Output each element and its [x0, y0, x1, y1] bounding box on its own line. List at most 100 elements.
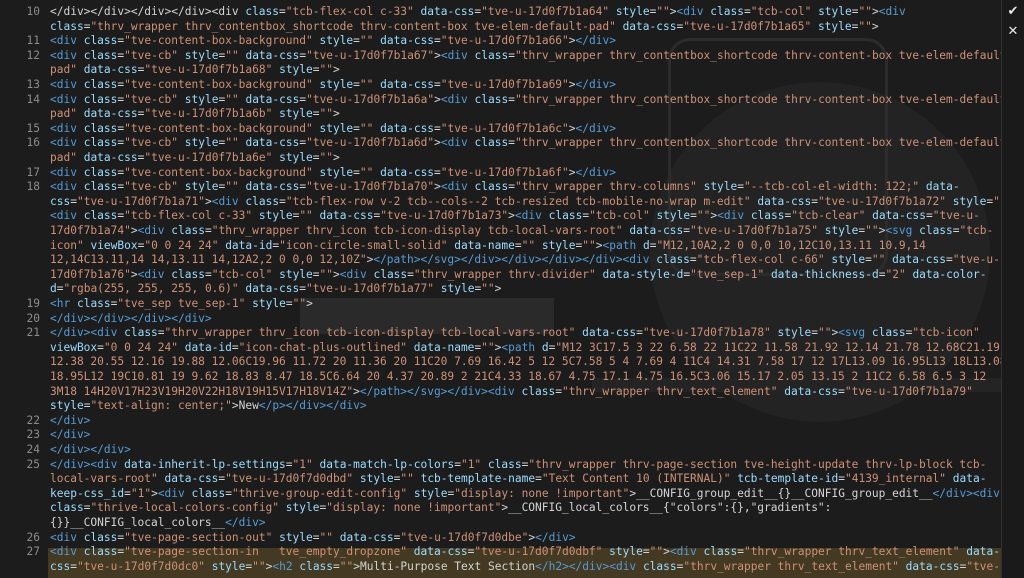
- code-line[interactable]: style="text-align: center;">New</p></div…: [0, 399, 1002, 414]
- line-code: 12,14C13.11,14 14,13.11 14,12A2,2 0 0,0 …: [50, 253, 1000, 267]
- close-button[interactable]: ✕: [1004, 22, 1022, 40]
- line-code: class="thrive-local-colors-config" style…: [50, 501, 832, 515]
- line-code: {}}__CONFIG_local_colors__</div>: [50, 516, 266, 529]
- code-line[interactable]: <div class="tcb-flex-col c-33" style="" …: [0, 209, 1002, 224]
- line-code: css="tve-u-17d0f7d0dc0" style=""><h2 cla…: [50, 559, 1007, 573]
- line-number: 16: [26, 136, 40, 150]
- close-icon: ✕: [1007, 23, 1019, 39]
- line-code: class="thrv_wrapper thrv_contentbox_shor…: [50, 19, 879, 33]
- line-number: 11: [26, 34, 40, 48]
- line-number: 17: [26, 165, 40, 179]
- code-line[interactable]: 10 </div></div></div></div><div class="tc…: [0, 5, 1002, 20]
- code-line[interactable]: 20 </div></div></div></div>: [0, 312, 1002, 327]
- code-line[interactable]: 18.95L12 19C10.81 19 9.62 18.83 8.47 18.…: [0, 370, 1002, 385]
- line-code: </div>: [50, 413, 91, 427]
- code-line[interactable]: css="tve-u-17d0f7d0dc0" style=""><h2 cla…: [0, 560, 1007, 575]
- code-line[interactable]: 17 <div class="tve-content-box-background…: [0, 166, 1002, 181]
- code-line[interactable]: 21 </div><div class="thrv_wrapper thrv_ic…: [0, 326, 1002, 341]
- line-code: 18.95L12 19C10.81 19 9.62 18.83 8.47 18.…: [50, 370, 987, 383]
- line-code: <div class="tve-cb" style="" data-css="t…: [50, 92, 1014, 106]
- code-line[interactable]: pad" data-css="tve-u-17d0f7b1a68" style=…: [0, 63, 1002, 78]
- line-code: <div class="tve-cb" style="" data-css="t…: [50, 180, 960, 194]
- line-code: <div class="tve-content-box-background" …: [50, 121, 616, 135]
- code-line[interactable]: 19 <hr class="tve_sep tve_sep-1" style=""…: [0, 297, 1002, 312]
- code-line[interactable]: 12.38 20.55 12.16 19.88 12.06C19.96 11.7…: [0, 355, 1006, 370]
- line-code: <div class="tcb-flex-col c-33" style="" …: [50, 209, 980, 223]
- code-line[interactable]: pad" data-css="tve-u-17d0f7b1a6e" style=…: [0, 151, 1002, 166]
- code-line[interactable]: 18 <div class="tve-cb" style="" data-css=…: [0, 180, 1002, 195]
- code-line[interactable]: 22 </div>: [0, 414, 1002, 429]
- code-line[interactable]: css="tve-u-17d0f7b1a71"><div class="tcb-…: [0, 195, 1013, 210]
- line-number: 26: [26, 530, 40, 544]
- line-number: 19: [26, 297, 40, 310]
- line-code: pad" data-css="tve-u-17d0f7b1a68" style=…: [50, 63, 340, 77]
- line-number: 12: [26, 48, 40, 62]
- html-code-editor[interactable]: 10 </div></div></div></div><div class="tc…: [0, 0, 1014, 578]
- line-code: 17d0f7b1a76"><div class="tcb-col" style=…: [50, 267, 987, 281]
- line-code: viewBox="0 0 24 24" data-id="icon-chat-p…: [50, 340, 1000, 354]
- line-code: </div></div></div></div>: [50, 311, 212, 325]
- code-line[interactable]: icon" viewBox="0 0 24 24" data-id="icon-…: [0, 239, 1002, 254]
- code-line[interactable]: class="thrv_wrapper thrv_contentbox_shor…: [0, 20, 1002, 35]
- line-code: pad" data-css="tve-u-17d0f7b1a6e" style=…: [50, 151, 340, 164]
- line-code: </div></div></div></div><div class="tcb-…: [50, 5, 906, 18]
- code-line[interactable]: 3M18 14H20V17H23V19H20V22H18V19H15V17H18…: [0, 385, 1002, 400]
- line-code: keep-css_id="1"><div class="thrive-group…: [50, 486, 1000, 500]
- code-line[interactable]: 24 </div></div>: [0, 443, 1002, 458]
- line-number: 24: [26, 443, 40, 456]
- line-code: <div class="tve-page-section-in tve_empt…: [50, 545, 1000, 559]
- check-icon: ✔: [1007, 3, 1019, 19]
- line-code: d="rgba(255, 255, 255, 0.6)" data-css="t…: [50, 282, 502, 296]
- line-code: <div class="tve-cb" style="" data-css="t…: [50, 136, 1014, 150]
- code-line[interactable]: 13 <div class="tve-content-box-background…: [0, 78, 1002, 93]
- line-code: <div class="tve-content-box-background" …: [50, 78, 616, 91]
- line-code: 3M18 14H20V17H23V19H20V22H18V19H15V17H18…: [50, 384, 973, 398]
- line-code: local-vars-root" data-css="tve-u-17d0f7d…: [50, 472, 987, 486]
- code-line[interactable]: 17d0f7b1a74"><div class="thrv_wrapper th…: [0, 224, 1002, 239]
- code-line[interactable]: 26 <div class="tve-page-section-out" styl…: [0, 531, 1002, 546]
- code-line[interactable]: 17d0f7b1a76"><div class="tcb-col" style=…: [0, 268, 1002, 283]
- code-line[interactable]: viewBox="0 0 24 24" data-id="icon-chat-p…: [0, 341, 1002, 356]
- line-code: pad" data-css="tve-u-17d0f7b1a6b" style=…: [50, 107, 340, 121]
- line-code: 17d0f7b1a74"><div class="thrv_wrapper th…: [50, 224, 994, 237]
- line-code: 12.38 20.55 12.16 19.88 12.06C19.96 11.7…: [50, 355, 1007, 369]
- line-number: 20: [26, 311, 40, 325]
- code-line[interactable]: 12,14C13.11,14 14,13.11 14,12A2,2 0 0,0 …: [0, 253, 1002, 268]
- line-code: icon" viewBox="0 0 24 24" data-id="icon-…: [50, 238, 926, 252]
- code-line[interactable]: d="rgba(255, 255, 255, 0.6)" data-css="t…: [0, 282, 1002, 297]
- line-number: 25: [26, 457, 40, 471]
- line-code: </div><div data-inherit-lp-settings="1" …: [50, 457, 987, 471]
- code-line[interactable]: 27 <div class="tve-page-section-in tve_em…: [0, 545, 1002, 560]
- line-number: 21: [26, 326, 40, 340]
- code-line[interactable]: 11 <div class="tve-content-box-background…: [0, 34, 1002, 49]
- code-line[interactable]: 25 </div><div data-inherit-lp-settings="1…: [0, 458, 1002, 473]
- line-number: 15: [26, 121, 40, 135]
- line-code: <hr class="tve_sep tve_sep-1" style="">: [50, 297, 313, 310]
- line-number: 14: [26, 92, 40, 106]
- code-line[interactable]: 23 </div>: [0, 428, 1002, 443]
- line-number: 13: [26, 78, 40, 91]
- line-number: 27: [26, 545, 40, 559]
- code-line[interactable]: 12 <div class="tve-cb" style="" data-css=…: [0, 48, 1014, 64]
- confirm-button[interactable]: ✔: [1004, 2, 1022, 20]
- code-line[interactable]: {}}__CONFIG_local_colors__</div>: [0, 516, 1002, 531]
- line-code: <div class="tve-content-box-background" …: [50, 34, 616, 48]
- line-code: <div class="tve-cb" style="" data-css="t…: [50, 48, 1014, 62]
- line-code: css="tve-u-17d0f7b1a71"><div class="tcb-…: [50, 194, 1013, 208]
- line-code: style="text-align: center;">New</p></div…: [50, 399, 367, 413]
- code-line[interactable]: keep-css_id="1"><div class="thrive-group…: [0, 487, 1002, 502]
- code-line[interactable]: local-vars-root" data-css="tve-u-17d0f7d…: [0, 472, 1002, 487]
- line-code: <div class="tve-page-section-out" style=…: [50, 530, 576, 544]
- line-code: <div class="tve-content-box-background" …: [50, 165, 616, 179]
- code-line[interactable]: 14 <div class="tve-cb" style="" data-css=…: [0, 92, 1014, 108]
- code-line[interactable]: 15 <div class="tve-content-box-background…: [0, 122, 1002, 137]
- code-line[interactable]: 16 <div class="tve-cb" style="" data-css=…: [0, 136, 1014, 151]
- line-number: 23: [26, 428, 40, 442]
- line-code: </div></div>: [50, 443, 131, 456]
- side-toolbar: ✔ ✕: [1001, 0, 1024, 578]
- line-code: </div>: [50, 428, 91, 442]
- line-code: </div><div class="thrv_wrapper thrv_icon…: [50, 326, 980, 340]
- code-line[interactable]: pad" data-css="tve-u-17d0f7b1a6b" style=…: [0, 107, 1002, 122]
- line-number: 10: [26, 5, 40, 18]
- code-line[interactable]: class="thrive-local-colors-config" style…: [0, 501, 1002, 516]
